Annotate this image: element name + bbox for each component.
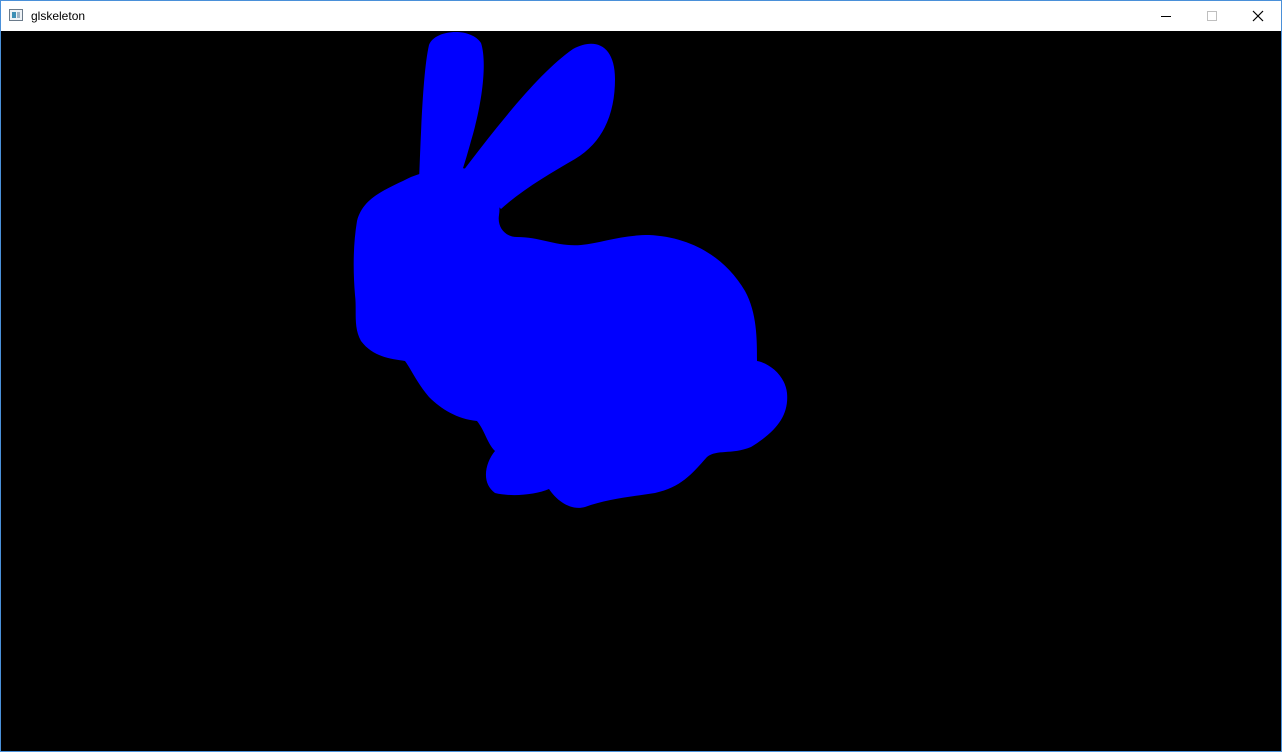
bunny-body <box>353 167 788 508</box>
window-title: glskeleton <box>31 9 86 23</box>
bunny-silhouette <box>353 31 788 508</box>
render-canvas <box>353 31 788 508</box>
close-button[interactable] <box>1235 1 1281 31</box>
title-bar[interactable]: glskeleton <box>1 1 1281 31</box>
app-icon-pane-left <box>12 12 16 18</box>
maximize-button[interactable] <box>1189 1 1235 31</box>
gl-viewport[interactable] <box>1 31 1281 751</box>
minimize-icon <box>1161 16 1171 17</box>
app-window-icon[interactable] <box>9 9 23 21</box>
minimize-button[interactable] <box>1143 1 1189 31</box>
app-icon-pane-right <box>17 12 20 18</box>
maximize-icon <box>1207 11 1217 21</box>
app-window: glskeleton <box>0 0 1282 752</box>
close-icon <box>1252 10 1264 22</box>
